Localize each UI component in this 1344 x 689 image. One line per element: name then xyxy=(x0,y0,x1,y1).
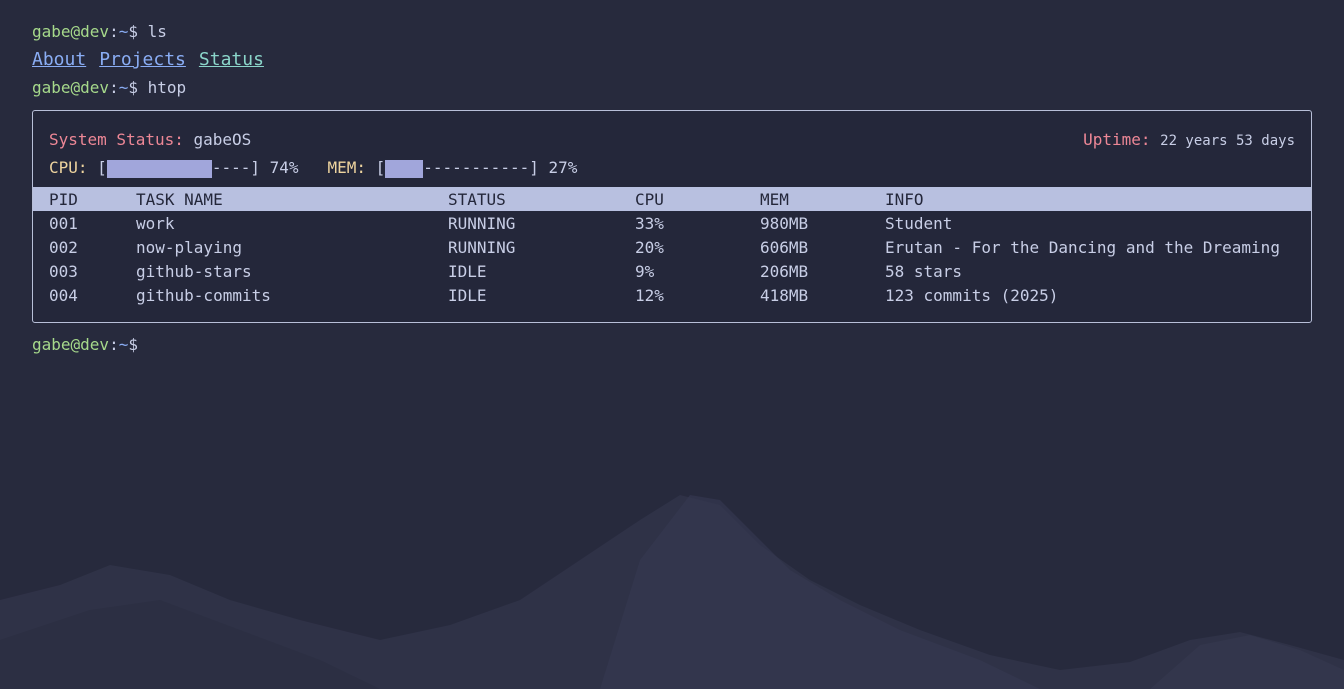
process-table-header: PID TASK NAME STATUS CPU MEM INFO xyxy=(33,187,1311,211)
column-header-info[interactable]: INFO xyxy=(885,187,1311,211)
cpu-bar-rest: ----] xyxy=(211,158,260,177)
cell-status: IDLE xyxy=(448,261,487,281)
mem-label: MEM: xyxy=(327,158,366,177)
column-header-task-name[interactable]: TASK NAME xyxy=(136,187,448,211)
prompt-user-host: gabe@dev xyxy=(32,78,110,97)
prompt-line-htop: gabe@dev:~$ htop xyxy=(32,74,1312,102)
uptime-label: Uptime: xyxy=(1083,130,1151,149)
column-header-mem[interactable]: MEM xyxy=(760,187,885,211)
prompt-path: ~ xyxy=(118,78,129,97)
mem-bracket-open: [ xyxy=(375,158,386,177)
cell-pid: 004 xyxy=(49,285,78,305)
cell-task-name: work xyxy=(136,213,175,233)
prompt-dollar: $ xyxy=(128,78,138,97)
prompt-colon: : xyxy=(109,22,119,41)
cell-cpu: 9% xyxy=(635,261,655,281)
cell-cpu: 12% xyxy=(635,285,664,305)
prompt-user-host: gabe@dev xyxy=(32,22,110,41)
cpu-bracket-open: [ xyxy=(97,158,107,177)
prompt-colon: : xyxy=(109,335,119,354)
cell-task-name: now-playing xyxy=(136,237,242,257)
system-status-row: System Status: gabeOS Uptime: 22 years 5… xyxy=(49,129,1295,151)
prompt-colon: : xyxy=(109,78,119,97)
cell-mem: 980MB xyxy=(760,213,809,233)
process-table: PID TASK NAME STATUS CPU MEM INFO 001 wo… xyxy=(33,187,1311,307)
prompt-user-host: gabe@dev xyxy=(32,335,110,354)
mem-bar-rest: -----------] xyxy=(423,158,539,177)
table-row[interactable]: 002 now-playing RUNNING 20% 606MB Erutan… xyxy=(33,235,1311,259)
prompt-dollar: $ xyxy=(128,335,138,354)
nav-link-projects[interactable]: Projects xyxy=(99,49,186,70)
cell-cpu: 33% xyxy=(635,213,664,233)
nav-link-about[interactable]: About xyxy=(32,49,86,70)
system-status-value: gabeOS xyxy=(193,130,252,149)
table-row[interactable]: 003 github-stars IDLE 9% 206MB 58 stars xyxy=(33,259,1311,283)
cell-info: Student xyxy=(885,213,953,233)
cell-pid: 003 xyxy=(49,261,78,281)
prompt-path: ~ xyxy=(118,22,129,41)
nav-link-status[interactable]: Status xyxy=(199,49,264,70)
cell-task-name: github-commits xyxy=(136,285,271,305)
cell-pid: 001 xyxy=(49,213,78,233)
meters-row: CPU: [ ----] 74% MEM: [ -----------] 27% xyxy=(49,157,577,179)
prompt-line-ls: gabe@dev:~$ ls xyxy=(32,18,1312,46)
terminal: gabe@dev:~$ ls About Projects Status gabe@… xyxy=(32,18,1312,359)
nav-links: About Projects Status xyxy=(32,46,1312,74)
uptime-value: 22 years 53 days xyxy=(1160,133,1295,149)
cpu-bar-fill xyxy=(106,159,212,178)
mem-percent: 27% xyxy=(548,158,578,177)
cpu-label: CPU: xyxy=(49,158,88,177)
cell-task-name: github-stars xyxy=(136,261,252,281)
mem-bar-fill xyxy=(385,159,424,178)
cpu-percent: 74% xyxy=(269,158,299,177)
cell-info: Erutan - For the Dancing and the Dreamin… xyxy=(885,237,1280,257)
cell-status: IDLE xyxy=(448,285,487,305)
cell-info: 58 stars xyxy=(885,261,963,281)
prompt-line-current[interactable]: gabe@dev:~$ xyxy=(32,331,1312,359)
table-row[interactable]: 004 github-commits IDLE 12% 418MB 123 co… xyxy=(33,283,1311,307)
table-row[interactable]: 001 work RUNNING 33% 980MB Student xyxy=(33,211,1311,235)
cell-cpu: 20% xyxy=(635,237,664,257)
prompt-path: ~ xyxy=(118,335,129,354)
column-header-status[interactable]: STATUS xyxy=(448,187,635,211)
cell-mem: 418MB xyxy=(760,285,809,305)
cell-info: 123 commits (2025) xyxy=(885,285,1059,305)
cell-status: RUNNING xyxy=(448,237,516,257)
command-htop: htop xyxy=(137,78,187,97)
uptime: Uptime: 22 years 53 days xyxy=(1083,129,1295,152)
column-header-cpu[interactable]: CPU xyxy=(635,187,760,211)
cell-pid: 002 xyxy=(49,237,78,257)
command-ls: ls xyxy=(137,22,167,41)
htop-panel: System Status: gabeOS Uptime: 22 years 5… xyxy=(32,110,1312,323)
cell-mem: 606MB xyxy=(760,237,809,257)
cell-mem: 206MB xyxy=(760,261,809,281)
system-status-label: System Status: xyxy=(49,130,184,149)
prompt-dollar: $ xyxy=(128,22,138,41)
cell-status: RUNNING xyxy=(448,213,516,233)
column-header-pid[interactable]: PID xyxy=(33,187,136,211)
